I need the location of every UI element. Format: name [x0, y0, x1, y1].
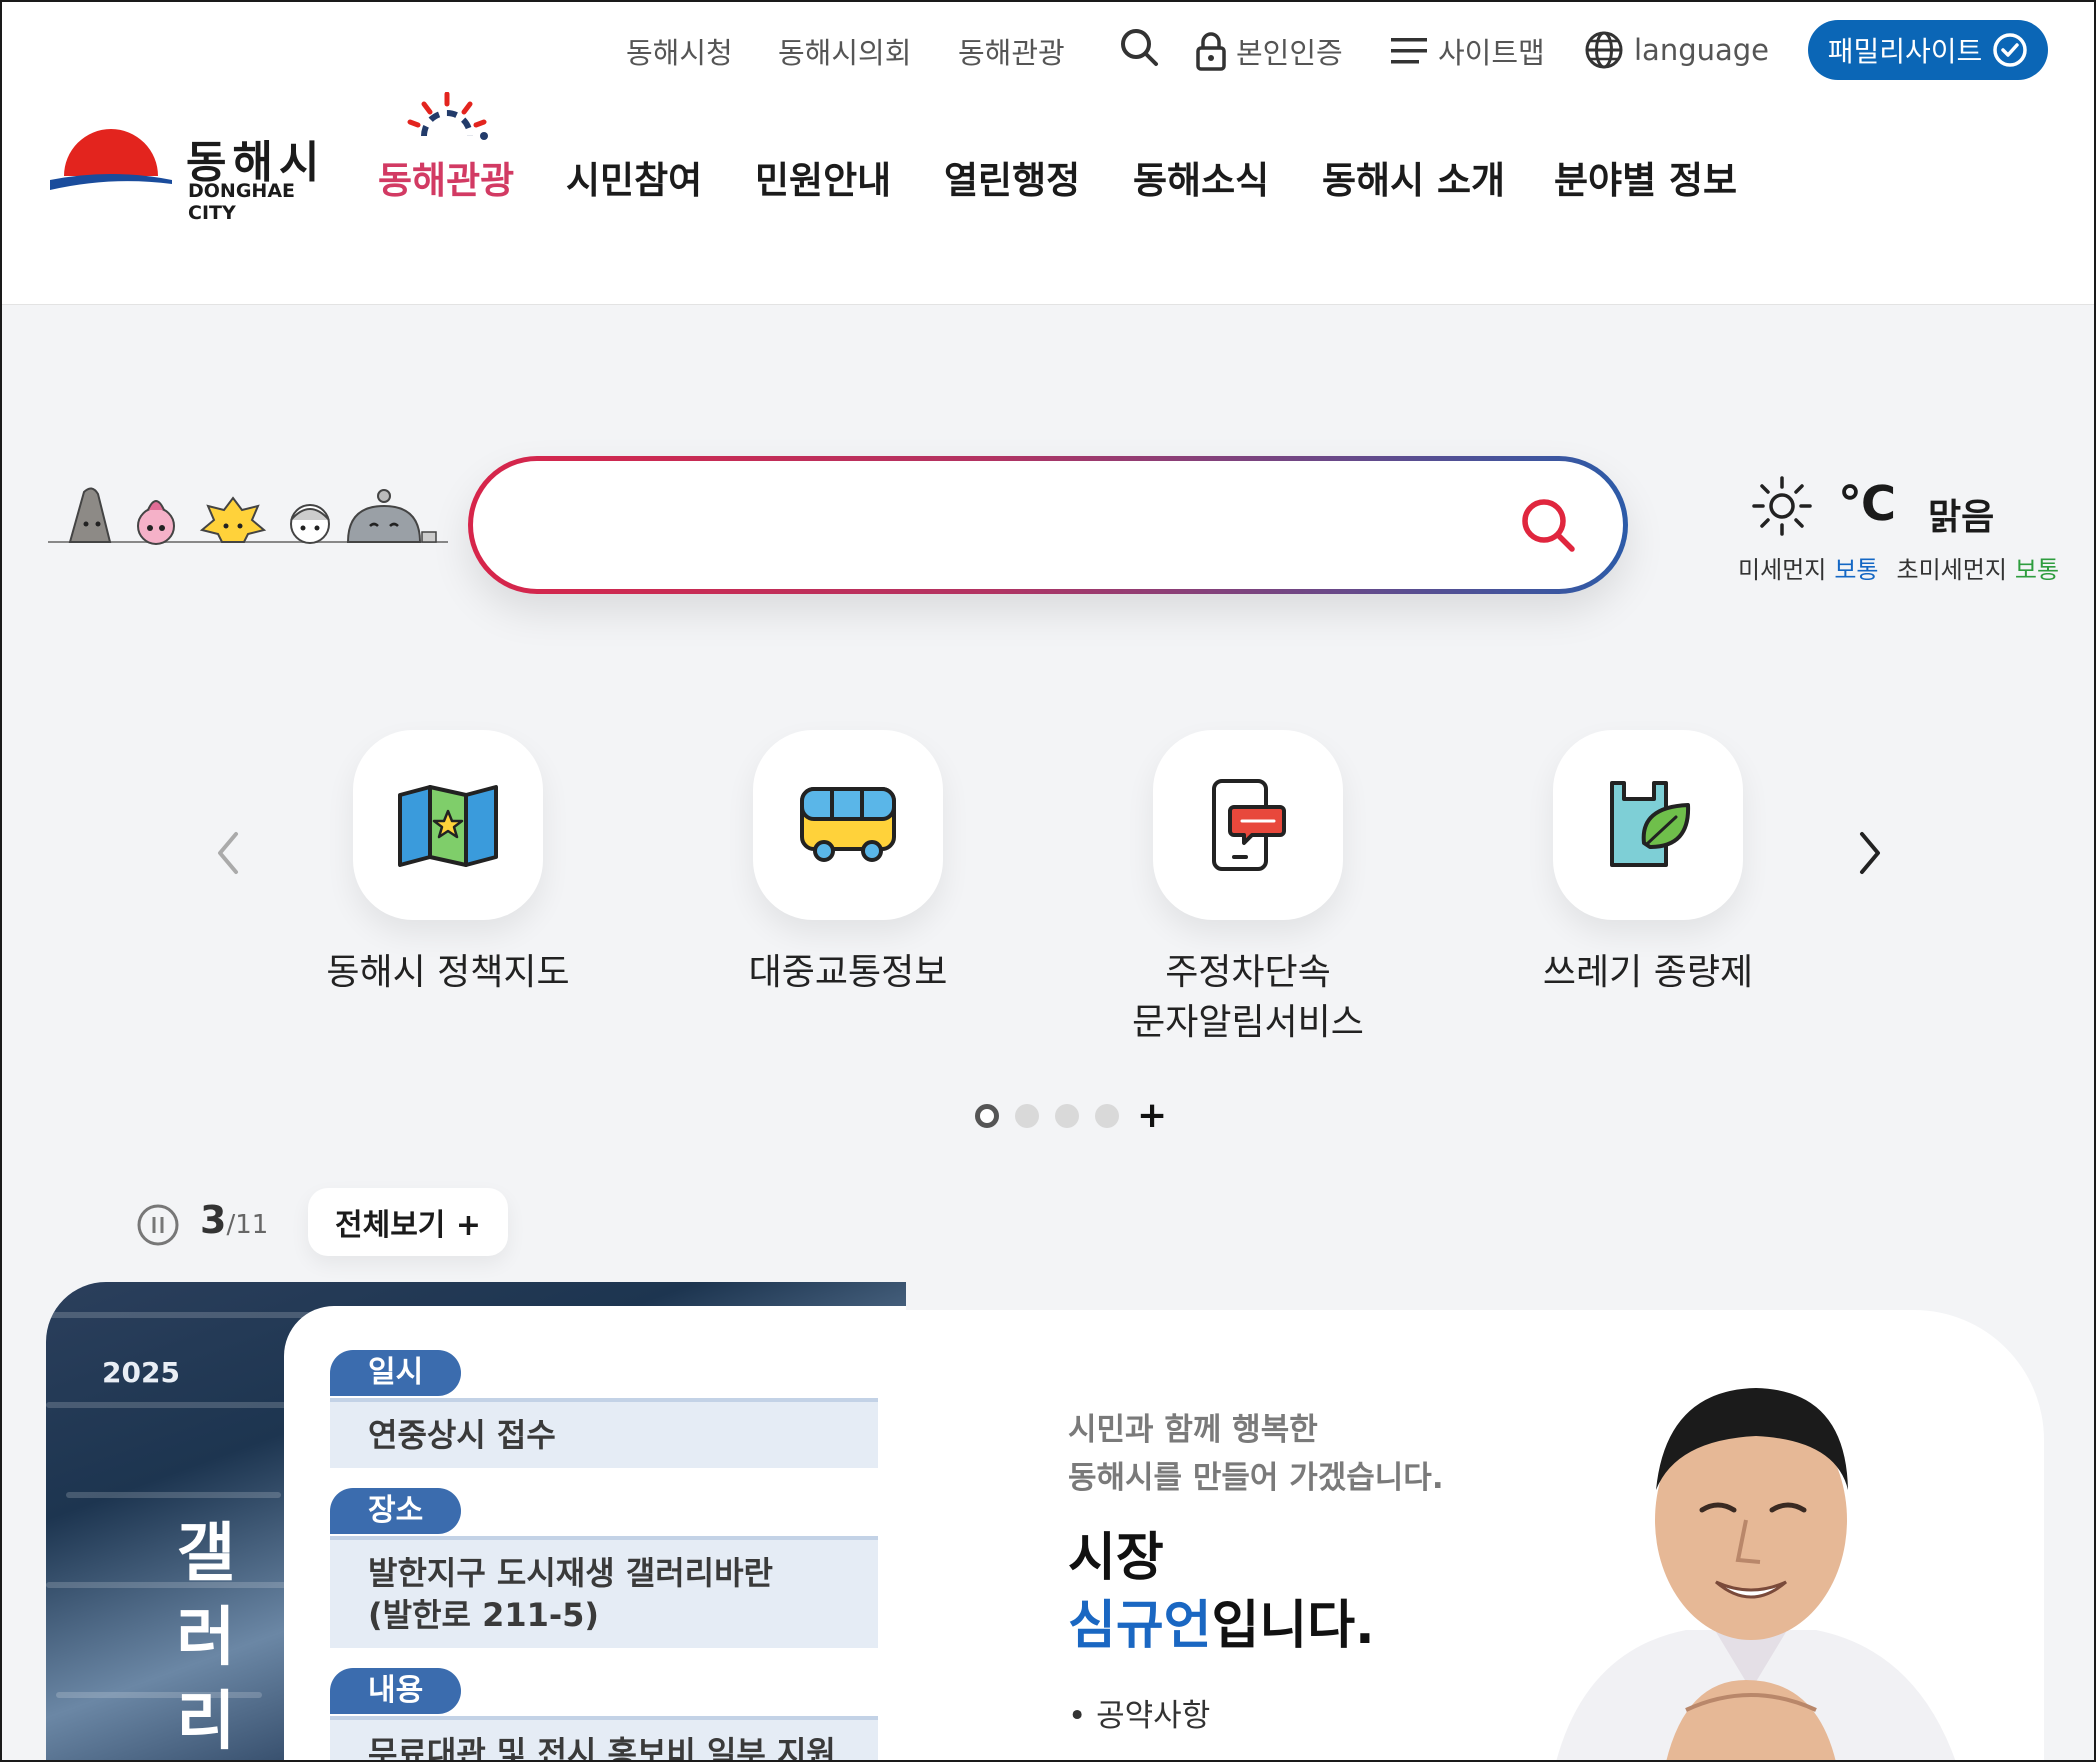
- menu-icon: [1391, 38, 1427, 64]
- mayor-subtitle-line-2: 동해시를 만들어 가겠습니다.: [1068, 1460, 1444, 1496]
- globe-icon: [1585, 31, 1623, 69]
- mayor-title-line-1: 시장: [1068, 1528, 1164, 1588]
- air-quality: 미세먼지 보통 초미세먼지 보통: [1738, 550, 2067, 585]
- banner-vertical-title-text: 갤러리: [176, 1517, 236, 1759]
- quick-menu-icon-circle: [1153, 730, 1343, 920]
- quick-menu-label: 동해시 정책지도: [326, 952, 570, 993]
- family-site-button[interactable]: 패밀리사이트: [1808, 20, 2048, 80]
- banner-row-content: 내용 무료대관 및 전시 홍보비 일부 지원: [330, 1668, 906, 1762]
- view-all-button[interactable]: 전체보기 +: [308, 1188, 508, 1256]
- quick-menu-label: 주정차단속 문자알림서비스: [1132, 952, 1364, 1043]
- mayor-name: 심규언: [1068, 1596, 1212, 1656]
- sun-icon: [1752, 476, 1812, 536]
- mayor-subtitle: 시민과 함께 행복한 동해시를 만들어 가겠습니다.: [1068, 1406, 1444, 1502]
- nav-about-donghae[interactable]: 동해시 소개: [1322, 150, 1505, 204]
- identity-verification-link[interactable]: 본인인증: [1196, 30, 1343, 72]
- pagination-dot-active[interactable]: [975, 1104, 999, 1128]
- quick-menu-icon-circle: [753, 730, 943, 920]
- pledge-link-label: 공약사항: [1096, 1698, 1211, 1734]
- mayor-title: 시장 심규언입니다.: [1068, 1524, 1375, 1660]
- quick-menu-pagination: +: [975, 1098, 1167, 1134]
- link-city-council[interactable]: 동해시의회: [778, 30, 911, 72]
- search-icon[interactable]: [1118, 26, 1160, 68]
- site-header: 동해시청 동해시의회 동해관광 본인인증 사이트맵 language 패밀리사이…: [0, 0, 2096, 305]
- banner-tag: 일시: [330, 1350, 462, 1396]
- banner-row-place: 장소 발한지구 도시재생 갤러리바란 (발한로 211-5): [330, 1488, 906, 1648]
- banner-row-date: 일시 연중상시 접수: [330, 1350, 906, 1468]
- chevron-right-icon[interactable]: [1850, 828, 1890, 878]
- search-submit-button[interactable]: [1513, 490, 1583, 560]
- weather-current: ℃ 맑음: [1738, 470, 2088, 540]
- plus-icon[interactable]: +: [1137, 1098, 1167, 1134]
- pagination-dot[interactable]: [1095, 1104, 1119, 1128]
- quick-menu-public-transport[interactable]: 대중교통정보: [648, 730, 1048, 998]
- link-donghae-tourism[interactable]: 동해관광: [958, 30, 1065, 72]
- nav-donghae-tourism[interactable]: 동해관광: [378, 150, 514, 204]
- banner-counter: 3/11: [200, 1198, 268, 1242]
- tourism-sun-icon: [407, 92, 488, 140]
- quick-menu-policy-map[interactable]: 동해시 정책지도: [248, 730, 648, 998]
- chevron-left-icon[interactable]: [208, 828, 248, 878]
- main-search-input[interactable]: [513, 490, 1513, 560]
- pm10-level: 보통: [1834, 556, 1879, 584]
- banner-vertical-title: 갤러리: [166, 1512, 246, 1762]
- sitemap-link[interactable]: 사이트맵: [1390, 30, 1545, 72]
- identity-verification-label: 본인인증: [1236, 36, 1343, 70]
- family-site-label: 패밀리사이트: [1827, 35, 1983, 68]
- nav-field-information[interactable]: 분야별 정보: [1554, 150, 1737, 204]
- sky-condition: 맑음: [1928, 497, 1995, 538]
- quick-menu-label: 대중교통정보: [748, 952, 948, 993]
- mayor-section: 시민과 함께 행복한 동해시를 만들어 가겠습니다. 시장 심규언입니다. • …: [906, 1310, 2044, 1762]
- language-label: language: [1634, 33, 1770, 67]
- gallery-banner[interactable]: 2025 갤러리 일시 연중상시 접수 장소 발한지구 도시재생 갤러리바란 (…: [46, 1282, 906, 1762]
- pm25-level: 보통: [2014, 556, 2060, 584]
- search-icon: [1522, 499, 1575, 552]
- nav-open-administration[interactable]: 열린행정: [944, 150, 1080, 204]
- quick-menu-icon-circle: [1553, 730, 1743, 920]
- mascot-characters-illustration: [48, 487, 448, 545]
- banner-row-text: 연중상시 접수: [330, 1398, 878, 1468]
- banner-tag: 내용: [330, 1668, 462, 1714]
- language-selector[interactable]: language: [1584, 30, 1769, 70]
- temperature: ℃: [1838, 476, 1897, 532]
- logo-english: DONGHAE CITY: [188, 180, 296, 224]
- main-search-box: [468, 456, 1628, 594]
- banner-current-index: 3: [200, 1198, 227, 1242]
- banner-tag: 장소: [330, 1488, 462, 1534]
- map-icon: [398, 785, 498, 867]
- mayor-subtitle-line-1: 시민과 함께 행복한: [1068, 1412, 1318, 1448]
- quick-menu-parking-sms[interactable]: 주정차단속 문자알림서비스: [1048, 730, 1448, 1048]
- lock-icon: [1196, 32, 1226, 71]
- banner-year: 2025: [102, 1356, 180, 1389]
- check-circle-icon: [1993, 33, 2028, 67]
- sunrise-logo-icon: [50, 129, 172, 190]
- pm10-label: 미세먼지: [1738, 556, 1827, 584]
- pause-icon[interactable]: [136, 1203, 180, 1247]
- pm25-label: 초미세먼지: [1896, 556, 2007, 584]
- mayor-portrait: [1556, 1388, 1956, 1762]
- banner-total-count: /11: [226, 1210, 269, 1240]
- sitemap-label: 사이트맵: [1438, 36, 1545, 70]
- bus-icon: [800, 787, 896, 862]
- utility-bar: 동해시청 동해시의회 동해관광 본인인증 사이트맵 language 패밀리사이…: [0, 20, 2096, 80]
- nav-citizen-participation[interactable]: 시민참여: [566, 150, 702, 204]
- weather-widget: ℃ 맑음 미세먼지 보통 초미세먼지 보통: [1738, 470, 2088, 584]
- donghae-city-logo[interactable]: 동해시 DONGHAE CITY: [46, 118, 346, 224]
- pagination-dot[interactable]: [1015, 1104, 1039, 1128]
- quick-menu-waste-bag[interactable]: 쓰레기 종량제: [1448, 730, 1848, 998]
- banner-row-text: 무료대관 및 전시 홍보비 일부 지원: [330, 1716, 878, 1762]
- link-donghae-city-hall[interactable]: 동해시청: [626, 30, 733, 72]
- pledge-link[interactable]: • 공약사항: [1068, 1690, 1210, 1735]
- quick-menu-label: 쓰레기 종량제: [1542, 952, 1754, 993]
- nav-donghae-news[interactable]: 동해소식: [1133, 150, 1269, 204]
- pagination-dot[interactable]: [1055, 1104, 1079, 1128]
- mayor-title-suffix: 입니다.: [1211, 1596, 1375, 1656]
- banner-info-card: 일시 연중상시 접수 장소 발한지구 도시재생 갤러리바란 (발한로 211-5…: [284, 1306, 906, 1762]
- phone-message-icon: [1212, 779, 1286, 871]
- trash-bag-icon: [1610, 781, 1691, 867]
- quick-menu-icon-circle: [353, 730, 543, 920]
- nav-civil-service[interactable]: 민원안내: [755, 150, 891, 204]
- search-box-inner: [473, 461, 1623, 589]
- banner-row-text: 발한지구 도시재생 갤러리바란 (발한로 211-5): [330, 1536, 878, 1648]
